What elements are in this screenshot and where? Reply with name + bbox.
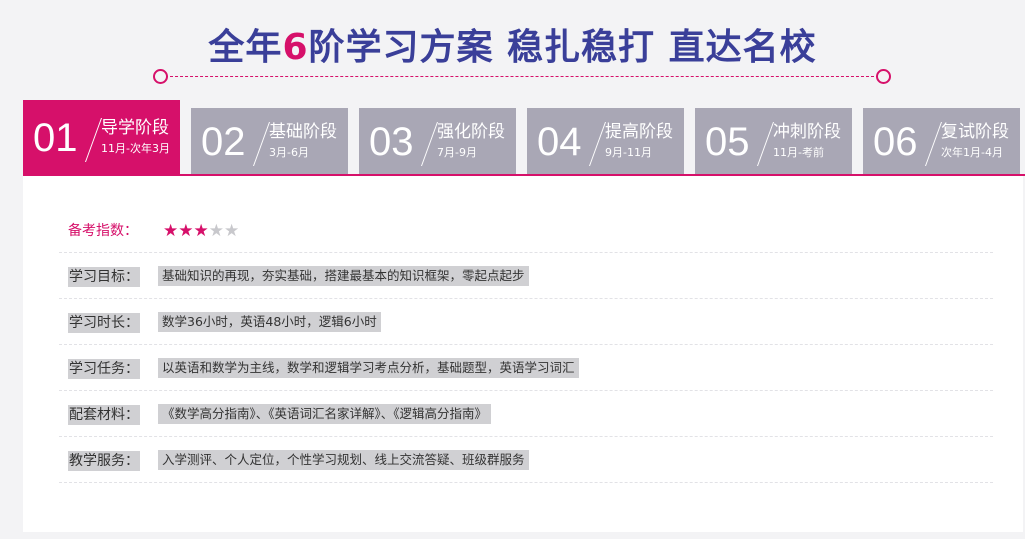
info-row-label: 学习时长： [68,313,140,333]
info-row: 配套材料： 《数学高分指南》、《英语词汇名家详解》、《逻辑高分指南》 [68,404,492,426]
tab-number: 01 [33,116,78,160]
tab-date-range: 11月-次年3月 [101,142,170,155]
info-row-label: 配套材料： [68,405,140,425]
row-divider [59,252,993,253]
row-divider [59,482,993,483]
tab-slash-divider [420,122,439,166]
page-header: 全年6阶学习方案 稳扎稳打 直达名校 [0,18,1025,70]
tab-number: 03 [369,120,414,164]
tab-slash-divider [84,118,103,162]
tab-number: 02 [201,120,246,164]
title-highlight: 6 [282,27,309,68]
row-divider [59,390,993,391]
title-suffix: 阶学习方案 稳扎稳打 直达名校 [308,27,817,68]
info-row-value: 《数学高分指南》、《英语词汇名家详解》、《逻辑高分指南》 [158,404,492,424]
row-divider [59,298,993,299]
prep-index-row: 备考指数： ★★★★★ [68,220,239,242]
info-row-value: 入学测评、个人定位，个性学习规划、线上交流答疑、班级群服务 [158,450,529,470]
tab-name: 冲刺阶段 [773,122,841,142]
tab-name: 提高阶段 [605,122,673,142]
info-row-value: 基础知识的再现，夯实基础，搭建最基本的知识框架，零起点起步 [158,266,529,286]
tab-date-range: 7月-9月 [437,146,477,159]
row-divider [59,436,993,437]
tab-stage-01[interactable]: 01 导学阶段 11月-次年3月 [23,100,180,175]
stage-tabs: 01 导学阶段 11月-次年3月 02 基础阶段 3月-6月 03 强化阶段 7月-9月 04 提高… [23,100,1025,175]
info-row-value: 数学36小时，英语48小时，逻辑6小时 [158,312,381,332]
title-prefix: 全年 [208,27,283,68]
prep-index-label: 备考指数： [68,223,138,239]
tab-slash-divider [924,122,943,166]
tab-number: 06 [873,120,918,164]
info-row: 学习任务： 以英语和数学为主线，数学和逻辑学习考点分析，基础题型，英语学习词汇 [68,358,579,380]
page-title: 全年6阶学习方案 稳扎稳打 直达名校 [208,27,816,68]
star-icon: ★ [208,221,224,241]
title-dashed-line [160,76,884,77]
info-row-value: 以英语和数学为主线，数学和逻辑学习考点分析，基础题型，英语学习词汇 [158,358,579,378]
row-divider [59,344,993,345]
tab-date-range: 次年1月-4月 [941,146,1003,159]
tab-stage-06[interactable]: 06 复试阶段次年1月-4月 [863,108,1020,175]
tab-name: 基础阶段 [269,122,337,142]
tab-date-range: 9月-11月 [605,146,652,159]
tab-slash-divider [588,122,607,166]
tab-number: 04 [537,120,582,164]
tab-date-range: 11月-考前 [773,146,824,159]
info-row: 教学服务： 入学测评、个人定位，个性学习规划、线上交流答疑、班级群服务 [68,450,529,472]
tab-stage-05[interactable]: 05 冲刺阶段 11月-考前 [695,108,852,175]
right-circle-icon [876,69,891,84]
star-icon: ★ [163,221,179,241]
star-icon: ★ [193,221,209,241]
tab-name: 复试阶段 [941,122,1009,142]
left-circle-icon [153,69,168,84]
star-icon: ★ [178,221,194,241]
tab-stage-02[interactable]: 02 基础阶段 3月-6月 [191,108,348,175]
star-icon: ★ [224,221,240,241]
tab-name: 强化阶段 [437,122,505,142]
stage-detail-panel: 备考指数： ★★★★★ 学习目标： 基础知识的再现，夯实基础，搭建最基本的知识框架… [23,176,1023,532]
info-row-label: 学习任务： [68,359,140,379]
info-row-label: 教学服务： [68,451,140,471]
info-row: 学习目标： 基础知识的再现，夯实基础，搭建最基本的知识框架，零起点起步 [68,266,529,288]
tab-slash-divider [252,122,271,166]
tab-name: 导学阶段 [101,118,169,138]
tab-number: 05 [705,120,750,164]
rating-stars: ★★★★★ [163,220,239,242]
tab-slash-divider [756,122,775,166]
tab-date-range: 3月-6月 [269,146,309,159]
info-row-label: 学习目标： [68,267,140,287]
info-row: 学习时长： 数学36小时，英语48小时，逻辑6小时 [68,312,381,334]
tab-stage-03[interactable]: 03 强化阶段 7月-9月 [359,108,516,175]
tab-stage-04[interactable]: 04 提高阶段 9月-11月 [527,108,684,175]
